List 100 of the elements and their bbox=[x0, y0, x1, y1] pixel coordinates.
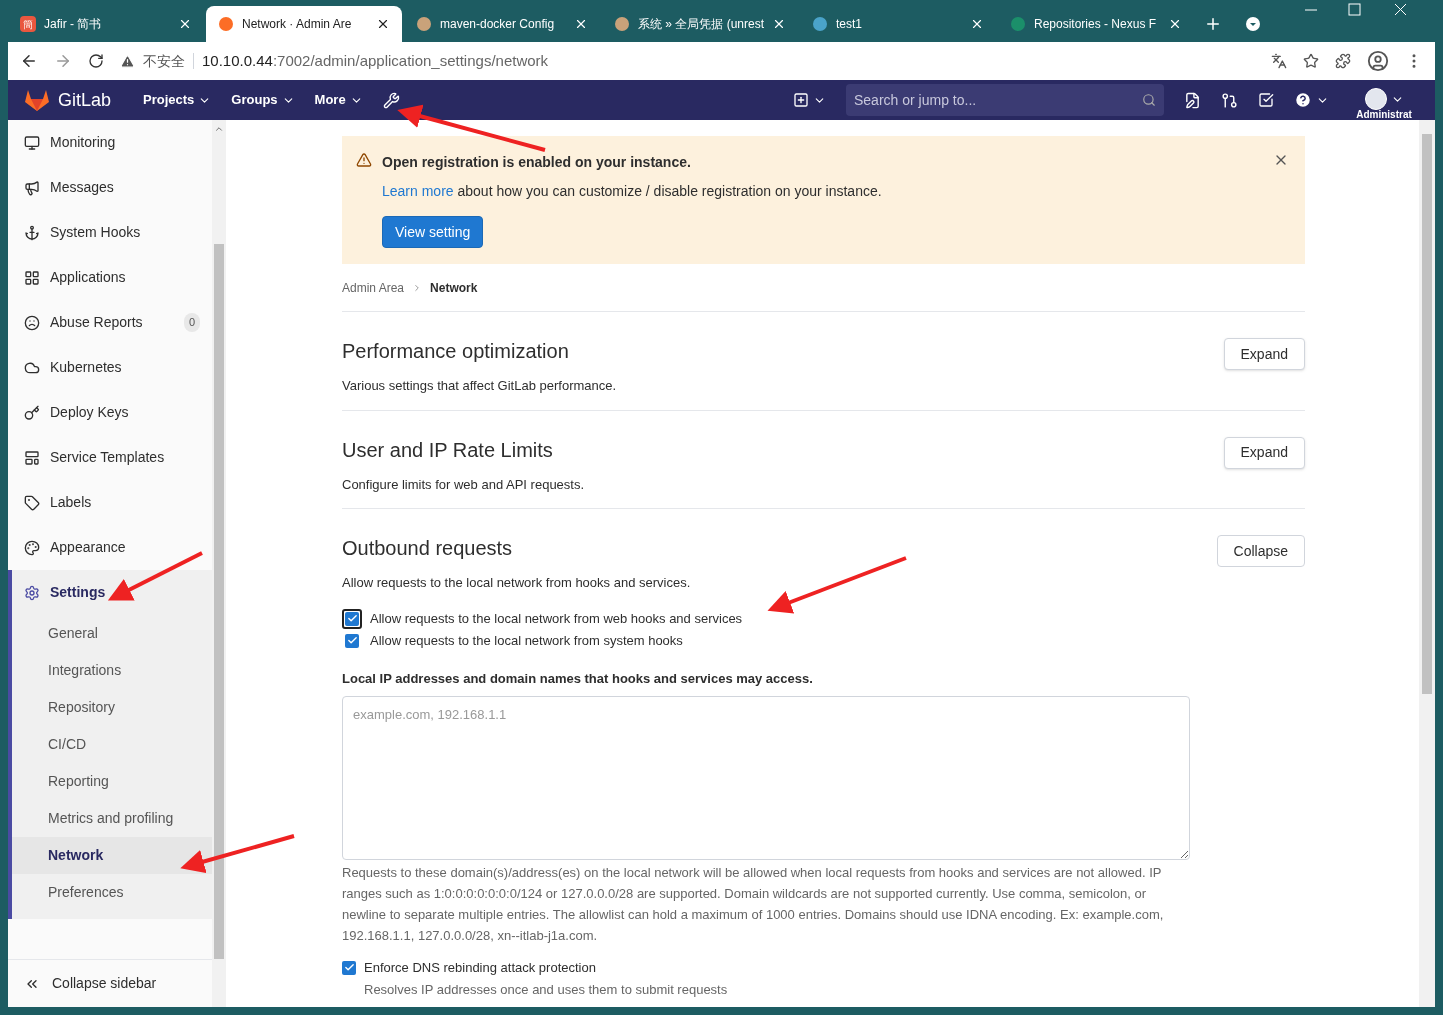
key-icon bbox=[24, 404, 40, 421]
browser-tab[interactable]: Network · Admin Are bbox=[206, 6, 402, 42]
profile-icon[interactable] bbox=[1367, 50, 1389, 72]
sidebar-item[interactable]: Messages bbox=[8, 165, 212, 210]
url-text[interactable]: 10.10.0.44:7002/admin/application_settings/network bbox=[202, 49, 549, 73]
sidebar-subitem[interactable]: General bbox=[12, 615, 212, 652]
nav-menu[interactable]: Projects bbox=[143, 90, 212, 110]
nav-menu[interactable]: More bbox=[314, 90, 363, 110]
search-field[interactable]: Search or jump to... bbox=[846, 84, 1164, 116]
section-title: Performance optimization bbox=[342, 339, 569, 364]
sidebar-scrollbar[interactable] bbox=[212, 120, 226, 1007]
sidebar-item[interactable]: Deploy Keys bbox=[8, 390, 212, 435]
nav-menu[interactable]: Groups bbox=[231, 90, 295, 110]
frown-icon bbox=[24, 314, 40, 331]
toggle-button[interactable]: Expand bbox=[1223, 436, 1305, 469]
page-scrollbar[interactable] bbox=[1419, 120, 1435, 1007]
collapse-sidebar-link[interactable]: Collapse sidebar bbox=[52, 973, 157, 994]
checkbox-label[interactable]: Allow requests to the local network from web hooks and services bbox=[370, 608, 743, 629]
view-setting-button[interactable]: View setting bbox=[382, 216, 484, 248]
sidebar-item[interactable]: Labels bbox=[8, 480, 212, 525]
close-icon[interactable] bbox=[970, 17, 984, 31]
settings-icon bbox=[24, 584, 40, 601]
checkbox-label[interactable]: Allow requests to the local network from system hooks bbox=[370, 630, 683, 651]
sidebar-item[interactable]: Monitoring bbox=[8, 120, 212, 165]
checkbox[interactable] bbox=[345, 633, 359, 648]
tab-title: 系统 » 全局凭据 (unrest bbox=[638, 16, 765, 33]
reload-icon[interactable] bbox=[88, 53, 104, 69]
sidebar-subitem[interactable]: Integrations bbox=[12, 652, 212, 689]
section-description: Allow requests to the local network from hooks and services. bbox=[342, 574, 691, 592]
sidebar-item[interactable]: Appearance bbox=[8, 525, 212, 570]
star-icon[interactable] bbox=[1303, 53, 1319, 69]
sidebar-subitem[interactable]: CI/CD bbox=[12, 726, 212, 763]
close-icon[interactable] bbox=[376, 17, 390, 31]
close-icon[interactable] bbox=[772, 17, 786, 31]
tab-favicon bbox=[1010, 16, 1026, 32]
help-icon[interactable] bbox=[1294, 91, 1312, 109]
edit-icon[interactable] bbox=[1184, 91, 1201, 109]
browser-tab[interactable]: 系统 » 全局凭据 (unrest bbox=[602, 6, 798, 42]
toggle-button[interactable]: Expand bbox=[1223, 338, 1305, 370]
extensions-icon[interactable] bbox=[1335, 53, 1351, 69]
tab-title: test1 bbox=[836, 16, 863, 33]
alert-title: Open registration is enabled on your instance. bbox=[382, 153, 692, 172]
toggle-button[interactable]: Collapse bbox=[1216, 535, 1305, 567]
sidebar-item[interactable]: Service Templates bbox=[8, 435, 212, 480]
browser-tab[interactable]: test1 bbox=[800, 6, 996, 42]
tab-favicon bbox=[218, 16, 234, 32]
allowlist-textarea[interactable]: example.com, 192.168.1.1 bbox=[342, 696, 1190, 860]
sidebar-subitem[interactable]: Preferences bbox=[12, 874, 212, 911]
close-icon[interactable] bbox=[178, 17, 192, 31]
dropdown-icon[interactable] bbox=[1245, 16, 1261, 32]
checkbox[interactable] bbox=[345, 611, 359, 626]
tab-favicon bbox=[812, 16, 828, 32]
anchor-icon bbox=[24, 224, 40, 241]
tab-favicon: 簡 bbox=[20, 16, 36, 32]
new-icon[interactable] bbox=[793, 92, 809, 108]
translate-icon[interactable] bbox=[1271, 53, 1287, 69]
search-icon bbox=[1142, 93, 1156, 107]
forward-icon[interactable] bbox=[54, 52, 72, 70]
sidebar-item[interactable]: Kubernetes bbox=[8, 345, 212, 390]
sidebar-item[interactable]: Abuse Reports 0 bbox=[8, 300, 212, 345]
merge-request-icon[interactable] bbox=[1221, 91, 1238, 109]
help-text: Requests to these domain(s)/address(es) on the local network will be allowed when local requests from hooks and services are not allowed. IP ranges such as 1:0:0:0:0:0:0:0/124 or 127.0.0.0/28 are supported. Domain wildcards are not supported currently. Use comma, semicolon, or newline to separate multiple entries. The allowlist can hold a maximum of 1000 entries. Domains should use IDNA encoding. Ex: example.com, 192.168.1.1, 127.0.0.0/28, xn--itlab-j1a.com. bbox=[342, 864, 1165, 945]
security-label[interactable]: 不安全 bbox=[143, 50, 185, 72]
palette-icon bbox=[24, 539, 40, 556]
gitlab-logo-icon[interactable] bbox=[24, 88, 50, 112]
wrench-icon[interactable] bbox=[382, 91, 400, 109]
sidebar-subitem[interactable]: Metrics and profiling bbox=[12, 800, 212, 837]
avatar[interactable] bbox=[1364, 88, 1387, 110]
sidebar-item[interactable]: System Hooks bbox=[8, 210, 212, 255]
checkbox[interactable] bbox=[342, 960, 356, 975]
back-icon[interactable] bbox=[20, 52, 38, 70]
checkbox-hint: Resolves IP addresses once and uses them to submit requests bbox=[363, 980, 729, 999]
sidebar-subitem[interactable]: Repository bbox=[12, 689, 212, 726]
tab-title: Network · Admin Are bbox=[242, 16, 353, 33]
todo-icon[interactable] bbox=[1258, 92, 1274, 108]
user-label: Administrat bbox=[1356, 110, 1412, 120]
sidebar-subitem[interactable]: Reporting bbox=[12, 763, 212, 800]
brand-name[interactable]: GitLab bbox=[58, 86, 112, 114]
warning-icon bbox=[356, 152, 372, 168]
alert-text: Learn more about how you can customize / disable registration on your instance. bbox=[382, 182, 883, 201]
section-description: Various settings that affect GitLab performance. bbox=[342, 377, 617, 395]
new-tab-icon[interactable] bbox=[1204, 15, 1222, 33]
sidebar-item[interactable]: Settings bbox=[12, 570, 212, 615]
browser-tab[interactable]: maven-docker Config bbox=[404, 6, 600, 42]
browser-tab[interactable]: Repositories - Nexus F bbox=[998, 6, 1194, 42]
tab-title: Jafir - 简书 bbox=[44, 16, 103, 33]
breadcrumb[interactable]: Admin Area bbox=[342, 278, 405, 297]
checkbox-label[interactable]: Enforce DNS rebinding attack protection bbox=[364, 958, 596, 978]
tab-favicon bbox=[416, 16, 432, 32]
learn-more-link[interactable]: Learn more bbox=[382, 183, 454, 199]
sidebar-subitem[interactable]: Network bbox=[12, 837, 212, 874]
scroll-up-icon[interactable] bbox=[214, 124, 224, 134]
browser-tab[interactable]: 簡 Jafir - 简书 bbox=[8, 6, 204, 42]
close-icon[interactable] bbox=[574, 17, 588, 31]
grid-icon bbox=[24, 269, 40, 286]
breadcrumb: Network bbox=[430, 279, 478, 297]
sidebar-item[interactable]: Applications bbox=[8, 255, 212, 300]
close-icon[interactable] bbox=[1168, 17, 1182, 31]
section-description: Configure limits for web and API requests. bbox=[342, 475, 585, 494]
field-label: Local IP addresses and domain names that hooks and services may access. bbox=[342, 669, 814, 688]
